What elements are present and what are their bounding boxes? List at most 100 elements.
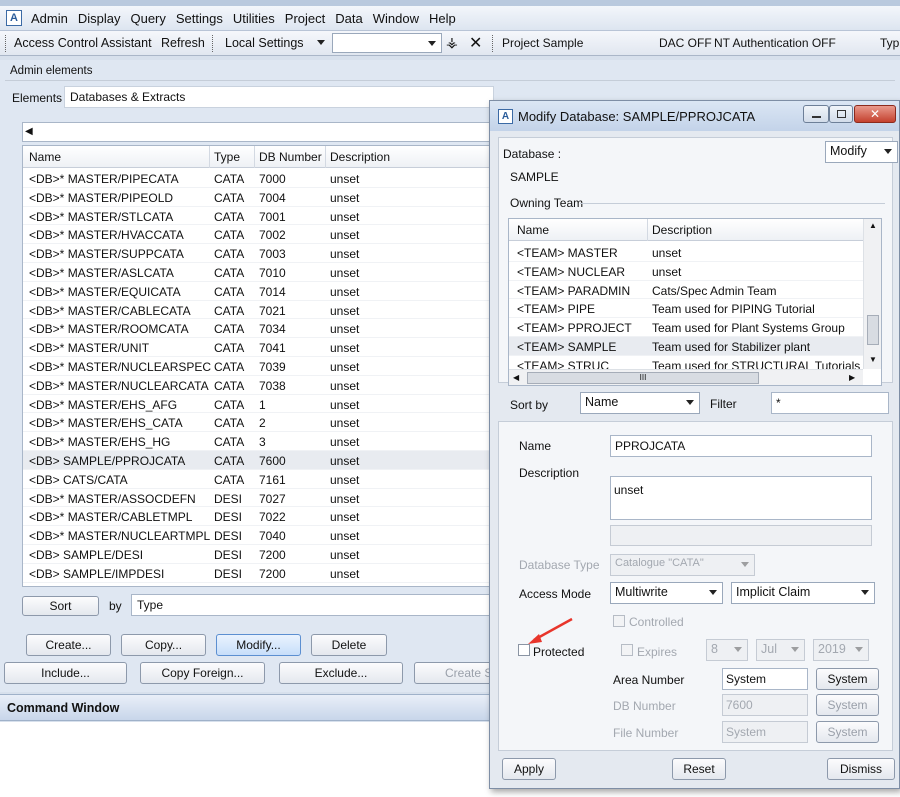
access-control-assistant-button[interactable]: Access Control Assistant — [14, 36, 152, 50]
team-description: Team used for Plant Systems Group — [652, 321, 845, 336]
table-row[interactable]: <DB>* MASTER/ROOMCATA CATA 7034 unset — [23, 319, 491, 339]
menu-display[interactable]: Display — [73, 11, 126, 26]
area-number-input[interactable]: System — [722, 668, 808, 690]
row-description: unset — [330, 190, 360, 205]
team-row[interactable]: <TEAM> SAMPLE Team used for Stabilizer pl… — [509, 337, 863, 356]
table-row[interactable]: <DB>* MASTER/PIPEOLD CATA 7004 unset — [23, 188, 491, 207]
description-textarea[interactable]: unset — [610, 476, 872, 520]
table-row[interactable]: <DB>* MASTER/NUCLEARCATA CATA 7038 unset — [23, 376, 491, 395]
modify-button[interactable]: Modify... — [216, 634, 301, 656]
table-row[interactable]: <DB>* MASTER/EQUICATA CATA 7014 unset — [23, 282, 491, 301]
name-input[interactable]: PPROJCATA — [610, 435, 872, 457]
table-row[interactable]: <DB>* MASTER/HVACCATA CATA 7002 unset — [23, 225, 491, 245]
table-row[interactable]: <DB>* MASTER/UNIT CATA 7041 unset — [23, 338, 491, 357]
expires-checkbox[interactable] — [621, 644, 633, 656]
table-row[interactable]: <DB>* MASTER/CABLECATA CATA 7021 unset — [23, 301, 491, 320]
table-row[interactable]: <DB>* MASTER/ASLCATA CATA 7010 unset — [23, 263, 491, 282]
protected-checkbox[interactable] — [518, 644, 530, 656]
menu-data[interactable]: Data — [330, 11, 367, 26]
close-button[interactable]: ✕ — [854, 105, 896, 123]
table-row[interactable]: <DB>* MASTER/NUCLEARTMPL DESI 7040 unset — [23, 526, 491, 545]
table-row[interactable]: <DB>* MASTER/EHS_AFG CATA 1 unset — [23, 395, 491, 414]
claim-select[interactable]: Implicit Claim — [731, 582, 875, 604]
delete-button[interactable]: Delete — [311, 634, 387, 656]
copy-foreign-button[interactable]: Copy Foreign... — [140, 662, 265, 684]
sort-by-field[interactable]: Type — [131, 594, 493, 616]
menu-help[interactable]: Help — [424, 11, 461, 26]
team-vertical-scrollbar[interactable]: ▲ ▼ — [863, 219, 881, 369]
expires-day-select[interactable]: 8 — [706, 639, 748, 661]
caret-left-icon[interactable]: ◀ — [25, 126, 33, 137]
column-name[interactable]: Name — [29, 150, 61, 164]
maximize-icon — [837, 110, 846, 118]
controlled-checkbox[interactable] — [613, 615, 625, 627]
table-row[interactable]: <DB>* MASTER/CABLETMPL DESI 7022 unset — [23, 507, 491, 527]
filter-input[interactable]: * — [771, 392, 889, 414]
team-column-description[interactable]: Description — [652, 223, 712, 237]
scroll-right-icon[interactable]: ▶ — [849, 373, 855, 382]
menu-window[interactable]: Window — [368, 11, 424, 26]
menu-settings[interactable]: Settings — [171, 11, 228, 26]
menu-query[interactable]: Query — [125, 11, 170, 26]
database-type-select[interactable]: Catalogue "CATA" — [610, 554, 755, 576]
table-row[interactable]: <DB>* MASTER/PIPECATA CATA 7000 unset — [23, 169, 491, 188]
table-row[interactable]: <DB> CATS/CATA CATA 7161 unset — [23, 470, 491, 489]
team-horizontal-scrollbar[interactable]: ◀ III ▶ — [509, 369, 863, 385]
maximize-button[interactable] — [829, 105, 853, 123]
scroll-left-icon[interactable]: ◀ — [513, 373, 519, 382]
menu-admin[interactable]: Admin — [26, 11, 73, 26]
expires-month-select[interactable]: Jul — [756, 639, 805, 661]
sort-by-select[interactable]: Name — [580, 392, 700, 414]
file-system-button[interactable]: System — [816, 721, 879, 743]
scroll-thumb[interactable] — [867, 315, 879, 345]
db-system-button[interactable]: System — [816, 694, 879, 716]
table-row[interactable]: <DB>* MASTER/EHS_CATA CATA 2 unset — [23, 413, 491, 433]
binoculars-icon[interactable]: ⚶ — [446, 34, 458, 51]
elements-select[interactable]: Databases & Extracts — [64, 86, 494, 108]
expires-year-select[interactable]: 2019 — [813, 639, 869, 661]
include-button[interactable]: Include... — [4, 662, 127, 684]
file-number-input[interactable]: System — [722, 721, 808, 743]
table-row[interactable]: <DB> SAMPLE/PPROJCATA CATA 7600 unset — [23, 451, 491, 470]
menu-project[interactable]: Project — [280, 11, 330, 26]
minimize-button[interactable] — [803, 105, 829, 123]
column-type[interactable]: Type — [214, 150, 240, 164]
table-row[interactable]: <DB> SAMPLE/DESI DESI 7200 unset — [23, 545, 491, 564]
team-column-name[interactable]: Name — [517, 223, 549, 237]
menu-utilities[interactable]: Utilities — [228, 11, 280, 26]
row-name: <DB>* MASTER/PIPEOLD — [29, 190, 174, 205]
scroll-down-icon[interactable]: ▼ — [869, 355, 877, 364]
table-row[interactable]: <DB> SAMPLE/IMPDESI DESI 7200 unset — [23, 564, 491, 583]
mode-select[interactable]: Modify — [825, 141, 898, 163]
table-row[interactable]: <DB>* MASTER/ASSOCDEFN DESI 7027 unset — [23, 489, 491, 508]
scroll-thumb[interactable]: III — [527, 372, 759, 384]
create-button[interactable]: Create... — [26, 634, 111, 656]
table-row[interactable]: <DB>* MASTER/NUCLEARSPEC CATA 7039 unset — [23, 357, 491, 376]
team-row[interactable]: <TEAM> NUCLEAR unset — [509, 262, 863, 281]
dismiss-button[interactable]: Dismiss — [827, 758, 895, 780]
sort-button[interactable]: Sort — [22, 596, 99, 616]
table-row[interactable]: <DB>* MASTER/EHS_HG CATA 3 unset — [23, 432, 491, 451]
settings-combo[interactable] — [332, 33, 442, 53]
create-set-button[interactable]: Create S — [414, 662, 494, 684]
local-settings-dropdown[interactable] — [314, 33, 330, 53]
area-system-button[interactable]: System — [816, 668, 879, 690]
access-mode-select[interactable]: Multiwrite — [610, 582, 723, 604]
refresh-button[interactable]: Refresh — [161, 36, 205, 50]
scroll-up-icon[interactable]: ▲ — [869, 221, 877, 230]
table-row[interactable]: <DB>* MASTER/SUPPCATA CATA 7003 unset — [23, 244, 491, 263]
close-icon[interactable]: ✕ — [469, 33, 482, 53]
copy-button[interactable]: Copy... — [121, 634, 206, 656]
team-row[interactable]: <TEAM> PARADMIN Cats/Spec Admin Team — [509, 281, 863, 300]
db-number-input[interactable]: 7600 — [722, 694, 808, 716]
team-row[interactable]: <TEAM> PIPE Team used for PIPING Tutorial — [509, 299, 863, 319]
apply-button[interactable]: Apply — [502, 758, 556, 780]
column-db-number[interactable]: DB Number — [259, 150, 322, 164]
column-description[interactable]: Description — [330, 150, 390, 164]
table-row[interactable]: <DB>* MASTER/STLCATA CATA 7001 unset — [23, 207, 491, 226]
reset-button[interactable]: Reset — [672, 758, 726, 780]
exclude-button[interactable]: Exclude... — [279, 662, 403, 684]
table-row[interactable]: <DB> DEMO/DESI DESI 7100 unset — [23, 583, 491, 587]
team-row[interactable]: <TEAM> PPROJECT Team used for Plant Syste… — [509, 318, 863, 337]
team-row[interactable]: <TEAM> MASTER unset — [509, 243, 863, 262]
